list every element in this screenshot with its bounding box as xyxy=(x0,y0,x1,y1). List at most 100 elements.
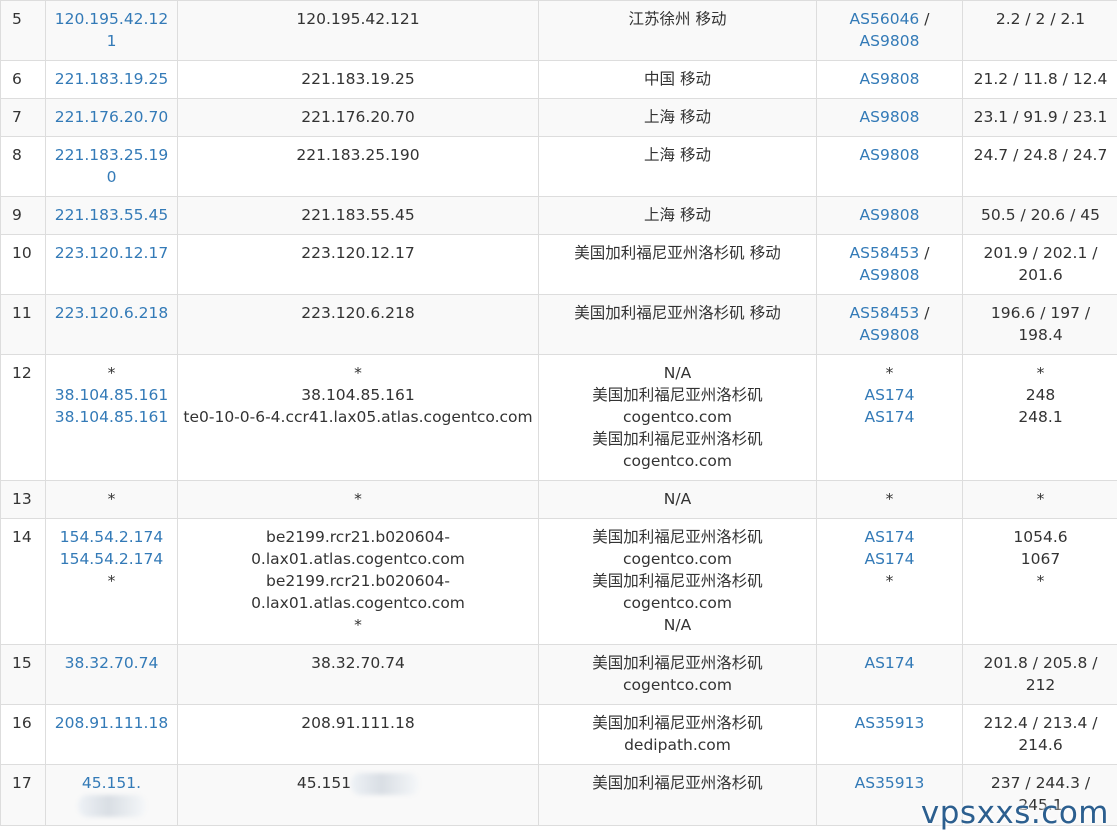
table-row: 11 223.120.6.218 223.120.6.218 美国加利福尼亚州洛杉矶 … xyxy=(0,294,1117,355)
hostname-value: 0.lax01.atlas.cogentco.com xyxy=(251,594,465,612)
as-link[interactable]: AS58453 xyxy=(850,244,920,262)
hop-number: 15 xyxy=(0,644,46,705)
as-link[interactable]: AS174 xyxy=(864,408,914,426)
rtt-cell: 50.5 / 20.6 / 45 xyxy=(962,196,1117,235)
ip-link[interactable]: 221.183.25.190 xyxy=(50,144,173,188)
ip-link[interactable]: 221.183.55.45 xyxy=(50,204,173,226)
hostname-cell: 208.91.111.18 xyxy=(177,704,539,765)
hostname-cell: 221.183.25.190 xyxy=(177,136,539,197)
hostname-cell: 45.151 xyxy=(177,764,539,826)
table-row: 6 221.183.19.25 221.183.19.25 中国 移动 AS9808 21… xyxy=(0,60,1117,99)
as-separator: / xyxy=(919,244,930,262)
hostname-value: 38.104.85.161 xyxy=(301,386,415,404)
as-line: AS174 xyxy=(821,526,958,548)
as-line: AS174 xyxy=(821,384,958,406)
ip-link[interactable]: 38.104.85.161 xyxy=(50,406,173,428)
hostname-text: 208.91.111.18 xyxy=(182,712,534,734)
location-text: 美国加利福尼亚州洛杉矶 xyxy=(592,774,763,792)
as-cell: AS174 xyxy=(816,644,963,705)
as-link[interactable]: AS9808 xyxy=(860,32,920,50)
hostname-text: be2199.rcr21.b020604- xyxy=(182,570,534,592)
as-separator: / xyxy=(919,10,930,28)
ip-link[interactable]: 223.120.6.218 xyxy=(50,302,173,324)
ip-link[interactable]: 208.91.111.18 xyxy=(50,712,173,734)
location-text: cogentco.com xyxy=(622,550,733,568)
as-line: * xyxy=(821,362,958,384)
hop-number: 6 xyxy=(0,60,46,99)
as-link[interactable]: AS9808 xyxy=(860,266,920,284)
rtt-cell: * xyxy=(962,480,1117,519)
hostname-text: 221.183.25.190 xyxy=(182,144,534,166)
rtt-cell: 21.2 / 11.8 / 12.4 xyxy=(962,60,1117,99)
ip-text: 154.54.2.174 xyxy=(59,528,164,546)
location-cell: 中国 移动 xyxy=(538,60,817,99)
hostname-text: * xyxy=(182,362,534,384)
location-text: cogentco.com xyxy=(622,452,733,470)
ip-link[interactable]: 154.54.2.174 xyxy=(50,526,173,548)
rtt-text: 248.1 xyxy=(1018,408,1063,426)
as-link[interactable]: AS35913 xyxy=(855,774,925,792)
as-link[interactable]: AS174 xyxy=(864,386,914,404)
ip-link[interactable]: 154.54.2.174 xyxy=(50,548,173,570)
as-cell: AS9808 xyxy=(816,60,963,99)
as-link[interactable]: AS35913 xyxy=(855,714,925,732)
as-link[interactable]: AS9808 xyxy=(860,108,920,126)
rtt-text: 196.6 / 197 / xyxy=(990,304,1091,322)
as-link[interactable]: AS9808 xyxy=(860,206,920,224)
ip-missing: * xyxy=(50,488,173,510)
as-link[interactable]: AS58453 xyxy=(850,304,920,322)
traceroute-body: 5 120.195.42.121 120.195.42.121 江苏徐州 移动 AS56… xyxy=(0,0,1117,826)
ip-cell: 45.151. xyxy=(45,764,178,826)
as-link[interactable]: AS56046 xyxy=(850,10,920,28)
rtt-text: 237 / 244.3 / xyxy=(990,774,1091,792)
as-link[interactable]: AS174 xyxy=(864,528,914,546)
location-text: 美国加利福尼亚州洛杉矶 xyxy=(592,528,763,546)
table-row: 9 221.183.55.45 221.183.55.45 上海 移动 AS9808 50… xyxy=(0,196,1117,235)
hostname-value: 221.183.55.45 xyxy=(301,206,415,224)
as-link[interactable]: AS9808 xyxy=(860,70,920,88)
as-link[interactable]: AS9808 xyxy=(860,146,920,164)
ip-cell: 221.183.55.45 xyxy=(45,196,178,235)
hostname-value: * xyxy=(354,364,362,382)
table-row: 8 221.183.25.190 221.183.25.190 上海 移动 AS9808… xyxy=(0,136,1117,197)
hostname-text: 38.32.70.74 xyxy=(182,652,534,674)
hop-number: 9 xyxy=(0,196,46,235)
ip-cell: 221.183.19.25 xyxy=(45,60,178,99)
rtt-text: 2.2 / 2 / 2.1 xyxy=(995,10,1086,28)
as-line: AS35913 xyxy=(821,772,958,794)
hostname-cell: be2199.rcr21.b020604- 0.lax01.atlas.cogen… xyxy=(177,518,539,645)
hostname-value: te0-10-0-6-4.ccr41.lax05.atlas.cogentco.… xyxy=(183,408,533,426)
ip-link[interactable]: 221.176.20.70 xyxy=(50,106,173,128)
rtt-text: * xyxy=(1036,572,1045,590)
as-link[interactable]: AS9808 xyxy=(860,326,920,344)
table-row: 13 * * N/A * * xyxy=(0,480,1117,519)
hostname-value: 221.176.20.70 xyxy=(301,108,415,126)
ip-text: 223.120.12.17 xyxy=(54,244,169,262)
ip-cell: 221.183.25.190 xyxy=(45,136,178,197)
as-line: AS9808 xyxy=(821,68,958,90)
as-line: AS58453 / xyxy=(821,302,958,324)
ip-link[interactable]: 120.195.42.121 xyxy=(50,8,173,52)
rtt-text: 1067 xyxy=(1020,550,1061,568)
location-text: 美国加利福尼亚州洛杉矶 xyxy=(592,654,763,672)
hostname-text: 223.120.6.218 xyxy=(182,302,534,324)
location-cell: 美国加利福尼亚州洛杉矶 xyxy=(538,764,817,826)
as-cell: AS58453 / AS9808 xyxy=(816,234,963,295)
ip-link[interactable]: 221.183.19.25 xyxy=(50,68,173,90)
hop-number: 13 xyxy=(0,480,46,519)
ip-link[interactable]: 38.32.70.74 xyxy=(50,652,173,674)
location-cell: 美国加利福尼亚州洛杉矶 cogentco.com 美国加利福尼亚州洛杉矶 cogent… xyxy=(538,518,817,645)
as-link[interactable]: AS174 xyxy=(864,654,914,672)
as-missing: * xyxy=(885,572,894,590)
rtt-text: 248 xyxy=(1025,386,1056,404)
ip-text: 38.32.70.74 xyxy=(64,654,159,672)
rtt-text: 1054.6 xyxy=(1013,528,1068,546)
as-link[interactable]: AS174 xyxy=(864,550,914,568)
ip-link[interactable]: 223.120.12.17 xyxy=(50,242,173,264)
ip-link[interactable]: 45.151. xyxy=(50,772,173,817)
ip-link[interactable]: 38.104.85.161 xyxy=(50,384,173,406)
rtt-text: 201.9 / 202.1 / xyxy=(983,244,1098,262)
hostname-value: 221.183.19.25 xyxy=(301,70,415,88)
rtt-text: 212 xyxy=(1025,676,1056,694)
ip-text: 208.91.111.18 xyxy=(54,714,169,732)
